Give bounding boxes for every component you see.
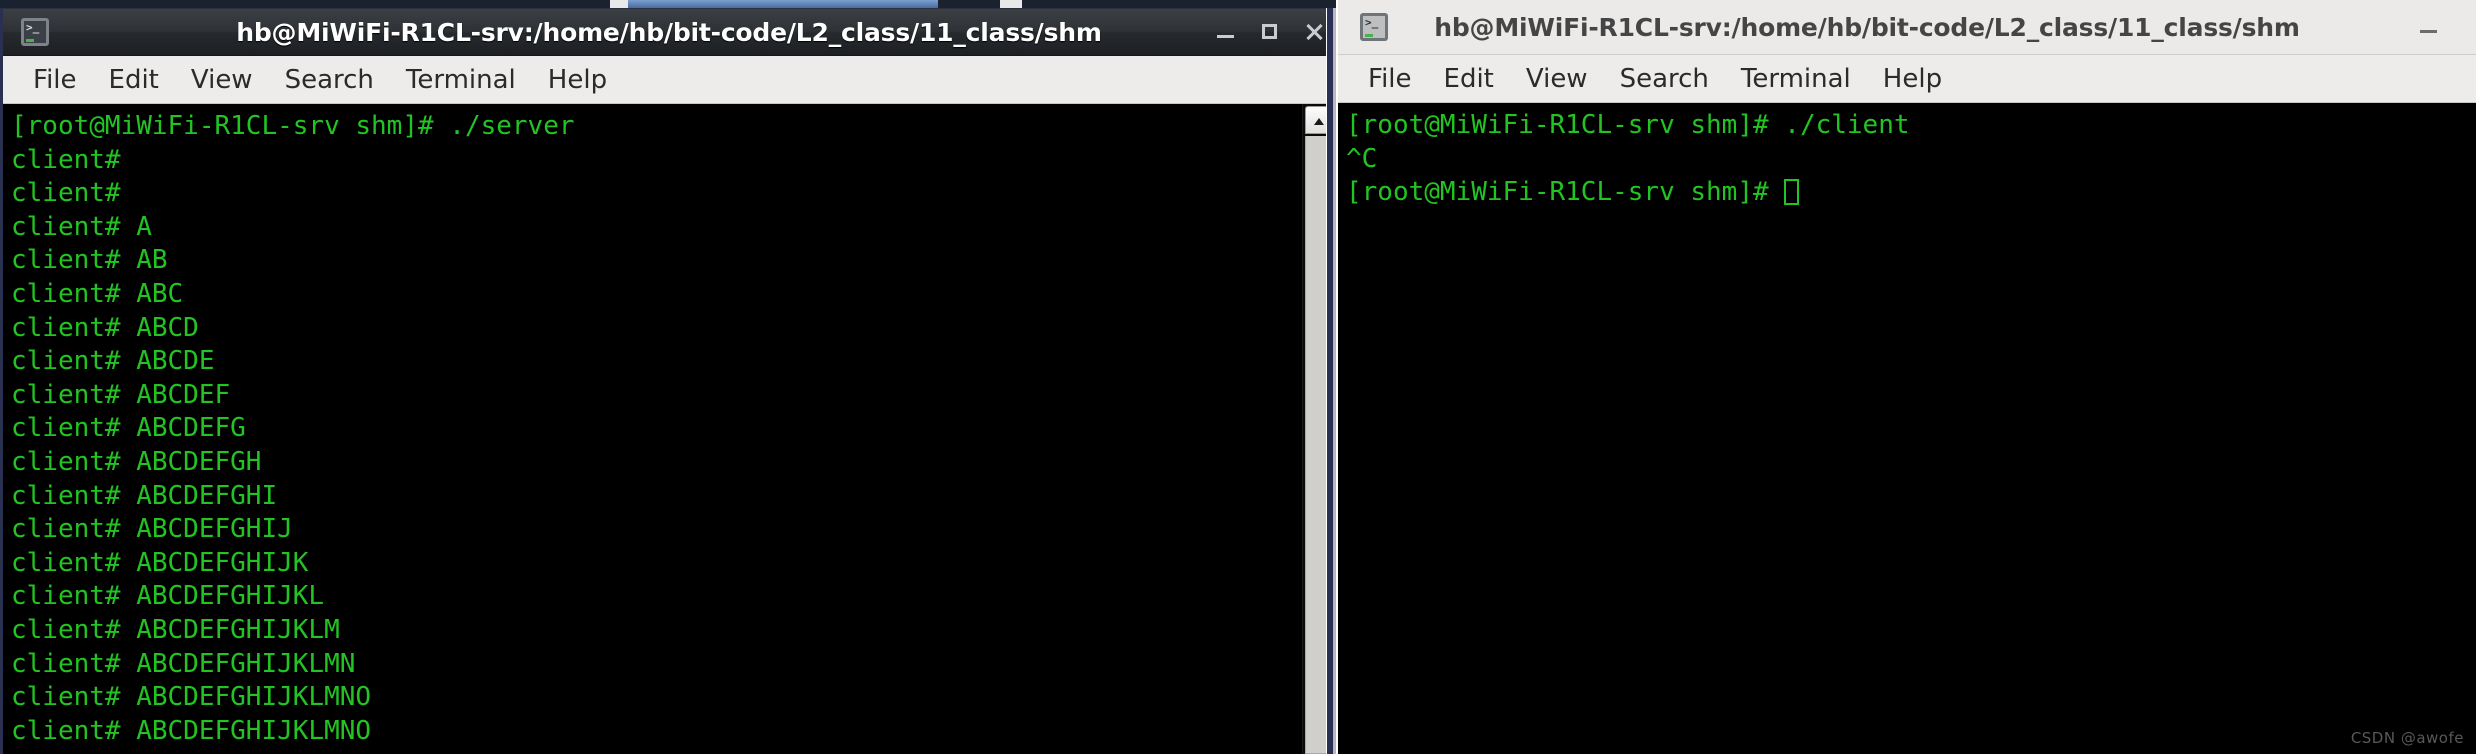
terminal-line: [root@MiWiFi-R1CL-srv shm]# ./client (1346, 110, 1910, 140)
window-title-client: hb@MiWiFi-R1CL-srv:/home/hb/bit-code/L2_… (1434, 12, 2300, 42)
window-edge-divider (1326, 8, 1336, 754)
window-controls-server (1215, 9, 1325, 55)
maximize-icon[interactable] (1259, 21, 1281, 43)
terminal-line: client# A (11, 211, 152, 242)
desktop-root: hb@MiWiFi-R1CL-srv:/home/hb/bit-code/L2_… (0, 0, 2476, 754)
terminal-line: client# ABCDEFG (11, 413, 246, 444)
terminal-line: client# ABCDEFGHIJK (11, 547, 309, 578)
window-title-server: hb@MiWiFi-R1CL-srv:/home/hb/bit-code/L2_… (236, 17, 1102, 47)
close-icon[interactable] (1303, 21, 1325, 43)
terminal-line: [root@MiWiFi-R1CL-srv shm]# ./server (11, 111, 575, 141)
terminal-output-server[interactable]: [root@MiWiFi-R1CL-srv shm]# ./server clie… (3, 104, 1335, 754)
terminal-output-client[interactable]: [root@MiWiFi-R1CL-srv shm]# ./client ^C [r… (1338, 103, 2476, 753)
window-controls-client (2418, 0, 2440, 54)
watermark: CSDN @awofe (2350, 729, 2464, 747)
menu-item-view[interactable]: View (1510, 62, 1604, 96)
terminal-line: client# ABCDEFGHI (11, 480, 278, 511)
terminal-line: client# ABCDEFGHIJKLMN (11, 648, 356, 679)
terminal-lines-server: [root@MiWiFi-R1CL-srv shm]# ./server clie… (11, 110, 1335, 748)
menu-item-terminal[interactable]: Terminal (1725, 62, 1867, 96)
menu-item-terminal[interactable]: Terminal (390, 63, 532, 97)
menu-item-edit[interactable]: Edit (1428, 62, 1510, 96)
terminal-line: client# (11, 144, 121, 175)
titlebar-server[interactable]: hb@MiWiFi-R1CL-srv:/home/hb/bit-code/L2_… (3, 9, 1335, 56)
terminal-line: client# ABCDEFGHIJKLMNO (11, 715, 372, 746)
window-server-terminal[interactable]: hb@MiWiFi-R1CL-srv:/home/hb/bit-code/L2_… (0, 8, 1336, 754)
terminal-line: [root@MiWiFi-R1CL-srv shm]# (1346, 176, 2476, 210)
minimize-icon[interactable] (2418, 16, 2440, 38)
menu-item-edit[interactable]: Edit (93, 63, 175, 97)
terminal-line: client# ABC (11, 278, 184, 309)
terminal-line: ^C (1346, 143, 1378, 174)
window-client-terminal[interactable]: hb@MiWiFi-R1CL-srv:/home/hb/bit-code/L2_… (1336, 0, 2476, 754)
terminal-icon (1360, 13, 1388, 41)
menu-item-help[interactable]: Help (1867, 62, 1958, 96)
terminal-line: client# ABCDEFGHIJKLM (11, 614, 340, 645)
menubar-server: File Edit View Search Terminal Help (3, 56, 1335, 104)
menu-item-search[interactable]: Search (1604, 62, 1725, 96)
terminal-line: client# (11, 178, 121, 209)
menu-item-file[interactable]: File (1352, 62, 1428, 96)
terminal-line: client# ABCDEF (11, 379, 231, 410)
menu-item-search[interactable]: Search (269, 63, 390, 97)
terminal-line: client# ABCD (11, 312, 199, 343)
menu-item-view[interactable]: View (175, 63, 269, 97)
titlebar-client[interactable]: hb@MiWiFi-R1CL-srv:/home/hb/bit-code/L2_… (1338, 0, 2476, 55)
menu-item-help[interactable]: Help (532, 63, 623, 97)
terminal-line: client# ABCDE (11, 346, 215, 377)
terminal-cursor (1784, 179, 1800, 206)
terminal-line: client# AB (11, 245, 168, 276)
terminal-icon (21, 18, 49, 46)
terminal-lines-client: [root@MiWiFi-R1CL-srv shm]# ./client ^C [r… (1346, 109, 2476, 210)
menubar-client: File Edit View Search Terminal Help (1338, 55, 2476, 103)
minimize-icon[interactable] (1215, 21, 1237, 43)
menu-item-file[interactable]: File (17, 63, 93, 97)
terminal-line: client# ABCDEFGH (11, 446, 262, 477)
terminal-line: client# ABCDEFGHIJKLMNO (11, 682, 372, 713)
terminal-line: client# ABCDEFGHIJ (11, 514, 293, 545)
terminal-line: client# ABCDEFGHIJKL (11, 581, 325, 612)
